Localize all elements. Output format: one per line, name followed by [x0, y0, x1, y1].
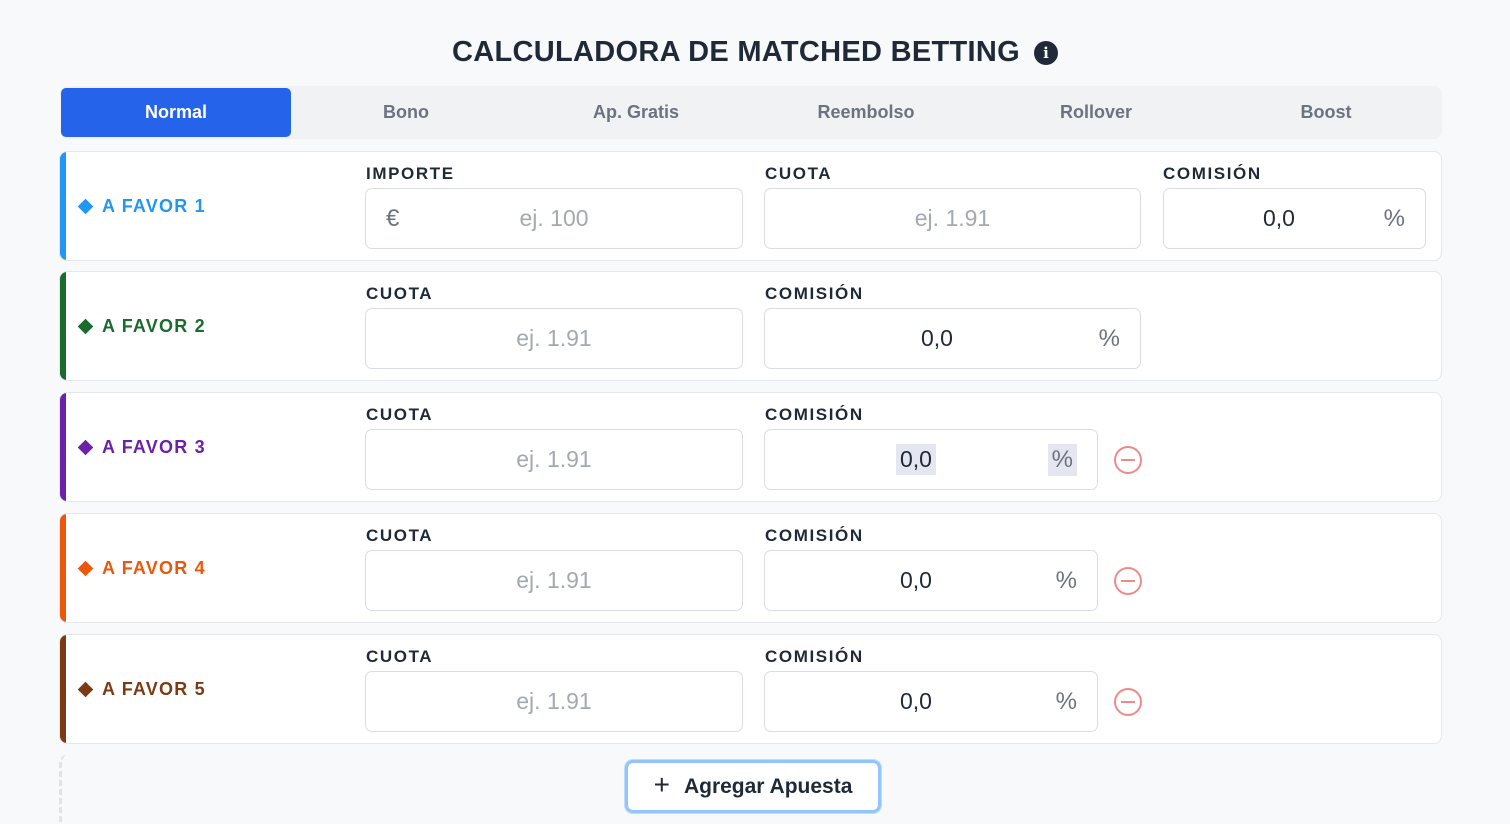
row-label-text: A FAVOR 1 [102, 195, 206, 216]
row-label: A FAVOR 1 [77, 152, 206, 260]
importe-placeholder: ej. 100 [519, 205, 589, 231]
cuota-label: CUOTA [765, 164, 833, 183]
cuota-input[interactable]: ej. 1.91 [365, 671, 743, 732]
mode-tabs: Normal Bono Ap. Gratis Reembolso Rollove… [60, 86, 1442, 139]
importe-label: IMPORTE [366, 164, 455, 183]
cuota-label: CUOTA [366, 647, 434, 666]
row-label: A FAVOR 2 [77, 272, 206, 380]
cuota-label: CUOTA [366, 526, 434, 545]
cuota-placeholder: ej. 1.91 [516, 446, 592, 472]
diamond-icon [77, 681, 94, 697]
percent-unit: % [1055, 566, 1077, 594]
comision-input[interactable]: 0,0 % [1163, 188, 1426, 249]
row-stripe [60, 635, 66, 743]
comision-input[interactable]: 0,0 % [764, 550, 1098, 611]
header: CALCULADORA DE MATCHED BETTING i [0, 30, 1510, 74]
row-stripe [60, 152, 66, 260]
tab-normal[interactable]: Normal [61, 88, 291, 137]
comision-label: COMISIÓN [1163, 164, 1262, 183]
row-stripe [60, 272, 66, 380]
cuota-input[interactable]: ej. 1.91 [365, 308, 743, 369]
percent-unit: % [1055, 687, 1077, 715]
tab-boost[interactable]: Boost [1211, 88, 1441, 137]
row-stripe [60, 393, 66, 501]
bet-row-5: A FAVOR 5 CUOTA ej. 1.91 COMISIÓN 0,0 % [59, 634, 1442, 744]
percent-unit: % [1383, 204, 1405, 232]
row-stripe [60, 514, 66, 622]
remove-icon[interactable] [1114, 446, 1142, 474]
tab-bono[interactable]: Bono [291, 88, 521, 137]
bet-row-4: A FAVOR 4 CUOTA ej. 1.91 COMISIÓN 0,0 % [59, 513, 1442, 623]
cuota-input[interactable]: ej. 1.91 [365, 429, 743, 490]
comision-label: COMISIÓN [765, 284, 864, 303]
comision-label: COMISIÓN [765, 647, 864, 666]
comision-input[interactable]: 0,0 % [764, 429, 1098, 490]
comision-label: COMISIÓN [765, 405, 864, 424]
cuota-label: CUOTA [366, 405, 434, 424]
diamond-icon [77, 560, 94, 576]
add-bet-label: Agregar Apuesta [683, 774, 853, 798]
row-label-text: A FAVOR 5 [102, 678, 206, 699]
row-label: A FAVOR 4 [77, 514, 206, 622]
cuota-placeholder: ej. 1.91 [516, 325, 592, 351]
remove-icon[interactable] [1114, 688, 1142, 716]
cuota-placeholder: ej. 1.91 [516, 688, 592, 714]
row-label-text: A FAVOR 3 [102, 436, 206, 457]
cuota-input[interactable]: ej. 1.91 [365, 550, 743, 611]
comision-input[interactable]: 0,0 % [764, 671, 1098, 732]
comision-input[interactable]: 0,0 % [764, 308, 1141, 369]
page-title: CALCULADORA DE MATCHED BETTING [451, 35, 1020, 68]
comision-label: COMISIÓN [765, 526, 864, 545]
percent-unit: % [1047, 443, 1077, 476]
bet-row-3: A FAVOR 3 CUOTA ej. 1.91 COMISIÓN 0,0 % [59, 392, 1442, 502]
comision-value: 0,0 [900, 567, 932, 593]
row-label-text: A FAVOR 2 [102, 315, 206, 336]
importe-input[interactable]: € ej. 100 [365, 188, 743, 249]
add-bet-button[interactable]: + Agregar Apuesta [625, 760, 881, 813]
row-label: A FAVOR 5 [77, 635, 206, 743]
diamond-icon [77, 198, 94, 214]
plus-icon: + [653, 769, 670, 800]
tab-rollover[interactable]: Rollover [981, 88, 1211, 137]
comision-value: 0,0 [896, 444, 936, 475]
percent-unit: % [1098, 324, 1120, 352]
diamond-icon [77, 439, 94, 455]
row-label-text: A FAVOR 4 [102, 557, 206, 578]
euro-prefix: € [386, 204, 400, 232]
cuota-input[interactable]: ej. 1.91 [764, 188, 1141, 249]
cuota-label: CUOTA [366, 284, 434, 303]
comision-value: 0,0 [921, 325, 953, 351]
comision-value: 0,0 [1263, 205, 1295, 231]
row-label: A FAVOR 3 [77, 393, 206, 501]
cuota-placeholder: ej. 1.91 [914, 205, 991, 231]
bet-row-2: A FAVOR 2 CUOTA ej. 1.91 COMISIÓN 0,0 % [59, 271, 1442, 381]
remove-icon[interactable] [1114, 567, 1142, 595]
bet-row-1: A FAVOR 1 IMPORTE € ej. 100 CUOTA ej. 1.… [59, 151, 1442, 261]
info-icon[interactable]: i [1034, 41, 1058, 65]
tab-ap-gratis[interactable]: Ap. Gratis [521, 88, 751, 137]
tab-reembolso[interactable]: Reembolso [751, 88, 981, 137]
comision-value: 0,0 [900, 688, 932, 714]
cuota-placeholder: ej. 1.91 [516, 567, 592, 593]
diamond-icon [77, 318, 94, 334]
